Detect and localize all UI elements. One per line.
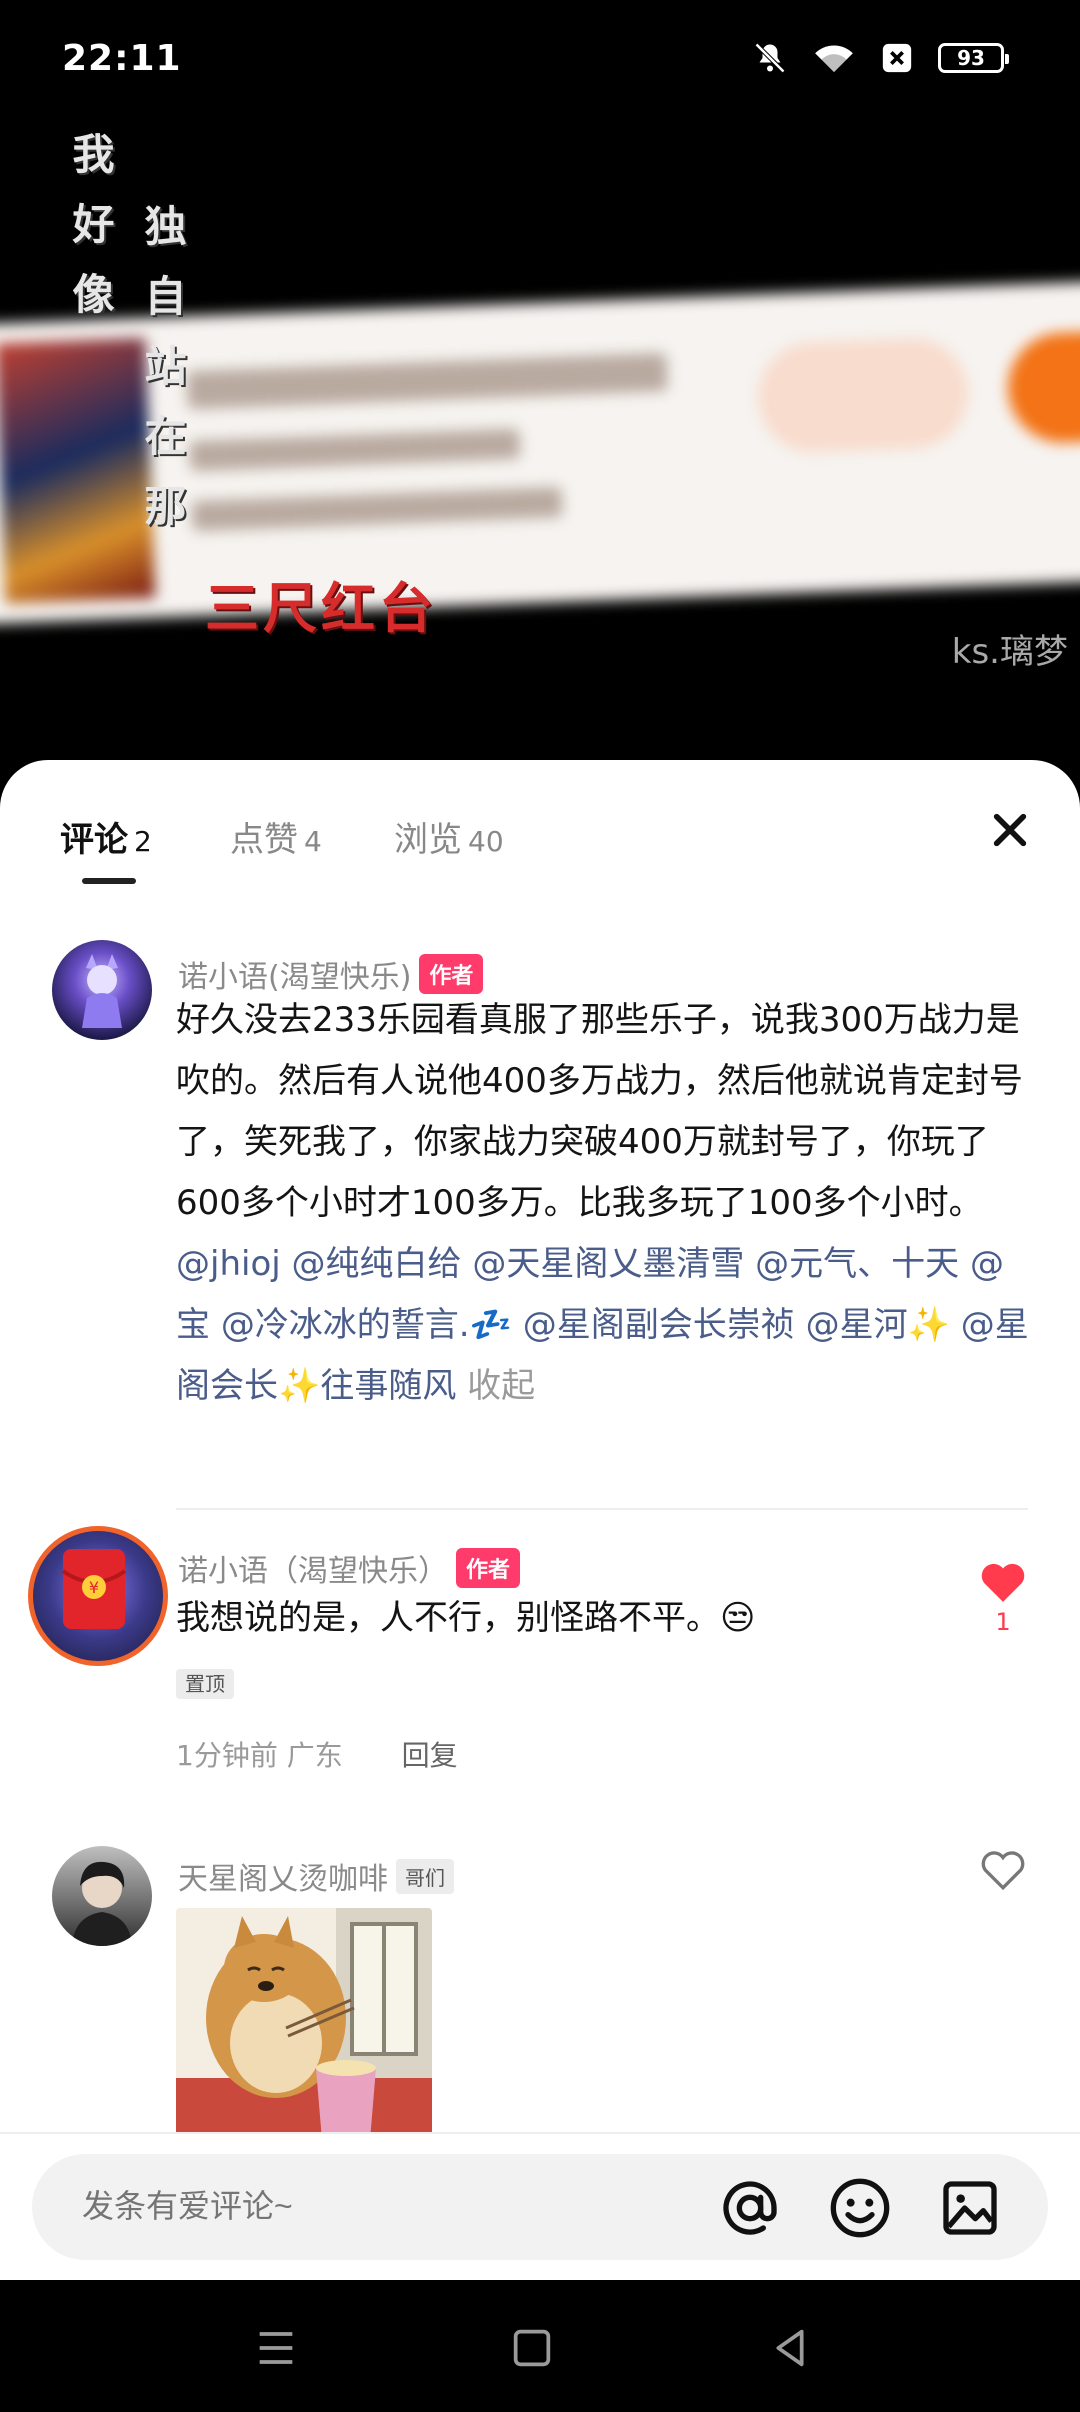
banner-button: [756, 336, 971, 455]
video-area[interactable]: 我好像 独自站在那 三尺红台 ks.璃梦: [0, 124, 1080, 760]
comment-location: 广东: [286, 1739, 343, 1772]
comment-input[interactable]: [82, 2188, 502, 2225]
red-envelope-icon: ¥: [61, 1549, 127, 1629]
pinned-badge-wrap: 置顶: [176, 1668, 234, 1699]
comment-text: 好久没去233乐园看真服了那些乐子，说我300万战力是吹的。然后有人说他400多…: [176, 1000, 1023, 1223]
tab-likes-count: 4: [304, 825, 322, 858]
comment-image[interactable]: [176, 1908, 432, 2140]
comment-composer: [0, 2132, 1080, 2280]
system-nav-bar: [0, 2280, 1080, 2412]
like-button[interactable]: [978, 1846, 1028, 1896]
home-square-icon[interactable]: [504, 2320, 560, 2376]
collapse-link[interactable]: 收起: [467, 1366, 535, 1406]
mention-link[interactable]: @元气、十天: [755, 1244, 959, 1284]
comment-time: 1分钟前: [176, 1739, 278, 1772]
overlay-vertical-text-1: 我好像: [66, 132, 115, 342]
tab-likes-label: 点赞: [230, 820, 298, 860]
comment-text: 我想说的是，人不行，别怪路不平。😒: [176, 1598, 756, 1638]
heart-outline-icon: [981, 1851, 1025, 1891]
avatar[interactable]: [52, 940, 152, 1040]
close-box-icon: [882, 43, 912, 73]
status-icons: 93: [752, 40, 1009, 76]
tab-views-label: 浏览: [394, 820, 462, 860]
comment-author-line: 诺小语（渴望快乐） 作者: [178, 1546, 521, 1590]
emoji-icon[interactable]: [828, 2176, 892, 2240]
banner-button-orange: [1005, 328, 1080, 445]
shiba-eating-noodles-image: [176, 1908, 432, 2140]
menu-icon[interactable]: [248, 2320, 304, 2376]
battery-level: 93: [957, 46, 985, 70]
reply-button[interactable]: 回复: [402, 1739, 458, 1772]
heart-filled-icon: [981, 1563, 1025, 1602]
comment-tabs: 评论 2 点赞 4 浏览 40: [0, 760, 1080, 890]
comment-meta: 1分钟前 广东 回复: [176, 1734, 458, 1774]
mention-link[interactable]: @纯纯白给: [292, 1244, 462, 1284]
tab-views-count: 40: [468, 825, 504, 858]
svg-text:¥: ¥: [89, 1578, 99, 1597]
mention-link[interactable]: @jhioj: [176, 1244, 281, 1284]
active-tab-indicator: [82, 878, 136, 884]
tab-views[interactable]: 浏览 40: [394, 812, 504, 861]
status-time: 22:11: [62, 38, 182, 79]
mention-link[interactable]: @冷冰冰的誓言.💤: [221, 1305, 512, 1345]
tab-comments-count: 2: [134, 825, 152, 858]
avatar-dark-hair-person-icon: [72, 1861, 132, 1946]
watermark: ks.璃梦: [951, 632, 1068, 672]
tab-comments-label: 评论: [60, 820, 128, 860]
image-icon[interactable]: [938, 2176, 1002, 2240]
tab-comments[interactable]: 评论 2: [60, 812, 152, 861]
video-red-title: 三尺红台: [205, 577, 437, 640]
status-bar: 22:11 93: [0, 0, 1080, 124]
avatar[interactable]: [52, 1846, 152, 1946]
comment-text-block: 好久没去233乐园看真服了那些乐子，说我300万战力是吹的。然后有人说他400多…: [176, 990, 1036, 1417]
comment-input-box[interactable]: [32, 2154, 1048, 2260]
pinned-badge: 置顶: [176, 1669, 234, 1699]
like-count: 1: [995, 1608, 1011, 1636]
like-button[interactable]: 1: [978, 1558, 1028, 1636]
comment-author[interactable]: 天星阁乂烫咖啡: [178, 1854, 388, 1898]
at-icon[interactable]: [718, 2176, 782, 2240]
comment-divider: [176, 1508, 1028, 1510]
close-icon[interactable]: [990, 810, 1030, 850]
bell-off-icon: [754, 42, 786, 74]
comment-sheet: 评论 2 点赞 4 浏览 40 诺小语(渴望快乐) 作者 好久没去233乐园看真服了那…: [0, 760, 1080, 2280]
wifi-icon: [815, 45, 853, 73]
mention-link[interactable]: @星河✨: [806, 1305, 950, 1345]
buddy-badge: 哥们: [396, 1858, 454, 1894]
mention-link[interactable]: @星阁副会长崇祯: [523, 1305, 795, 1345]
battery-icon: 93: [938, 43, 1009, 73]
author-badge: 作者: [419, 954, 484, 994]
mention-link[interactable]: @天星阁乂墨清雪: [472, 1244, 744, 1284]
comment-author[interactable]: 诺小语（渴望快乐）: [178, 1546, 448, 1590]
comment-author-line: 天星阁乂烫咖啡 哥们: [178, 1854, 454, 1898]
avatar-fox-figure-icon: [82, 954, 122, 1028]
tab-likes[interactable]: 点赞 4: [230, 812, 322, 861]
author-badge: 作者: [456, 1548, 521, 1588]
back-triangle-icon[interactable]: [762, 2320, 818, 2376]
overlay-vertical-text-2: 独自站在那: [138, 204, 187, 554]
avatar[interactable]: ¥: [28, 1526, 168, 1666]
